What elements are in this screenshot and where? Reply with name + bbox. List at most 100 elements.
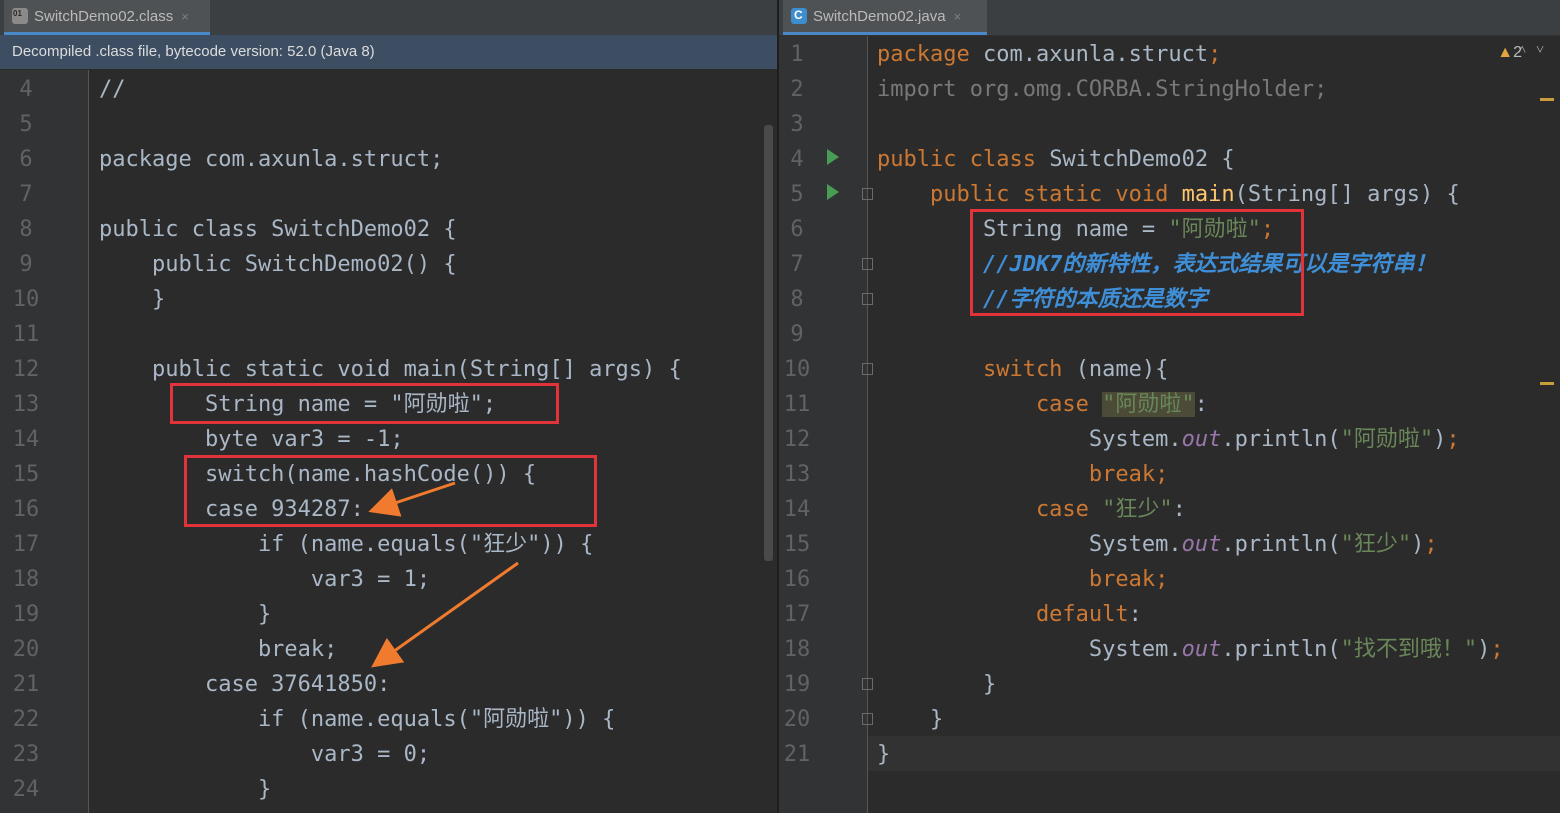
code-line[interactable]: 23 var3 = 0; [0,737,777,772]
code-line[interactable]: 24 } [0,772,777,807]
fold-marker-icon[interactable] [862,258,873,270]
code-token: } [99,777,272,802]
code-line[interactable]: 18 var3 = 1; [0,562,777,597]
code-token: : [1128,602,1142,627]
code-line[interactable]: 16 break; [779,562,1560,597]
code-line[interactable]: 14 byte var3 = -1; [0,422,777,457]
scrollbar-warning-marker[interactable] [1540,382,1554,385]
line-number: 13 [12,392,40,417]
code-line[interactable]: 18 System.out.println("找不到哦！"); [779,632,1560,667]
code-token: public SwitchDemo02() { [99,252,457,277]
code-token: ; [1490,637,1504,662]
code-token: ) [1411,532,1425,557]
code-text: // [99,72,126,107]
navigate-highlight-arrows[interactable]: ˄˅ [1518,42,1554,59]
java-class-icon [791,8,807,24]
code-line[interactable]: 19 } [0,597,777,632]
code-token: package [877,42,983,67]
code-token: ) [1433,427,1447,452]
code-line[interactable]: 1 package com.axunla.struct; [779,37,1560,72]
line-number: 4 [790,147,804,172]
code-token: SwitchDemo02 { [1049,147,1235,172]
scrollbar-warning-marker[interactable] [1540,98,1554,101]
code-token: break; [99,637,338,662]
code-line[interactable]: 21 case 37641850: [0,667,777,702]
run-main-icon[interactable] [827,184,839,200]
code-token: public static void main(String[] args) { [99,357,682,382]
code-line[interactable]: 22 if (name.equals("阿勋啦")) { [0,702,777,737]
line-number: 8 [19,217,33,242]
code-line[interactable]: 11 case "阿勋啦": [779,387,1560,422]
code-line[interactable]: 15 System.out.println("狂少"); [779,527,1560,562]
code-text: System.out.println("找不到哦！"); [877,632,1504,667]
code-line[interactable]: 21} [779,737,1560,772]
code-line[interactable]: 17 default: [779,597,1560,632]
line-number: 1 [790,42,804,67]
code-text: public static void main(String[] args) { [877,177,1460,212]
right-tab-bar: SwitchDemo02.java × [779,0,1560,36]
code-line[interactable]: 7 [0,177,777,212]
close-icon[interactable]: × [181,9,189,24]
code-line[interactable]: 10 switch (name){ [779,352,1560,387]
code-token: "阿勋啦" [1102,392,1195,417]
line-number: 17 [12,532,40,557]
code-line[interactable]: 20 } [779,702,1560,737]
code-token: var3 = 0; [99,742,431,767]
fold-marker-icon[interactable] [862,678,873,690]
code-line[interactable]: 17 if (name.equals("狂少")) { [0,527,777,562]
line-number: 2 [790,77,804,102]
code-text: } [99,282,165,317]
line-number: 19 [12,602,40,627]
code-line[interactable]: 5 [0,107,777,142]
fold-marker-icon[interactable] [862,293,873,305]
decompiled-notice-banner: Decompiled .class file, bytecode version… [0,35,777,69]
code-token: .println( [1221,427,1341,452]
line-number: 14 [12,427,40,452]
line-number: 5 [790,182,804,207]
run-class-icon[interactable] [827,149,839,165]
line-number: 19 [783,672,811,697]
code-text: } [99,772,271,807]
fold-marker-icon[interactable] [862,363,873,375]
code-line[interactable]: 20 break; [0,632,777,667]
line-number: 6 [19,147,33,172]
line-number: 12 [783,427,811,452]
line-number: 11 [783,392,811,417]
code-line[interactable]: 13 break; [779,457,1560,492]
code-line[interactable]: 14 case "狂少": [779,492,1560,527]
code-line[interactable]: 6 package com.axunla.struct; [0,142,777,177]
code-line[interactable]: 11 [0,317,777,352]
code-line[interactable]: 10 } [0,282,777,317]
line-number: 3 [790,112,804,137]
code-token: break; [877,567,1169,592]
code-line[interactable]: 8 public class SwitchDemo02 { [0,212,777,247]
code-line[interactable]: 2 import org.omg.CORBA.StringHolder; [779,72,1560,107]
line-number: 10 [783,357,811,382]
fold-marker-icon[interactable] [862,188,873,200]
fold-marker-icon[interactable] [862,713,873,725]
code-line[interactable]: 12 System.out.println("阿勋啦"); [779,422,1560,457]
chevron-up-icon[interactable]: ˄ [1518,42,1536,58]
line-number: 10 [12,287,40,312]
line-number: 16 [783,567,811,592]
code-token: } [99,602,272,627]
close-icon[interactable]: × [954,9,962,24]
left-scrollbar[interactable] [764,125,773,561]
code-line[interactable]: 19 } [779,667,1560,702]
chevron-down-icon[interactable]: ˅ [1536,42,1554,58]
code-line[interactable]: 4 public class SwitchDemo02 { [779,142,1560,177]
code-line[interactable]: 9 public SwitchDemo02() { [0,247,777,282]
class-file-icon [12,8,28,24]
code-line[interactable]: 9 [779,317,1560,352]
code-line[interactable]: 4 // [0,72,777,107]
line-number: 20 [12,637,40,662]
tab-switchdemo02-class[interactable]: SwitchDemo02.class × [4,0,210,35]
tab-switchdemo02-java[interactable]: SwitchDemo02.java × [783,0,987,35]
annotation-box-string-and-comments [970,209,1304,316]
code-line[interactable]: 3 [779,107,1560,142]
code-line[interactable]: 12 public static void main(String[] args… [0,352,777,387]
line-number: 11 [12,322,40,347]
code-token: package com.axunla.struct; [99,147,444,172]
code-line[interactable]: 5 public static void main(String[] args)… [779,177,1560,212]
code-token: .println( [1221,532,1341,557]
